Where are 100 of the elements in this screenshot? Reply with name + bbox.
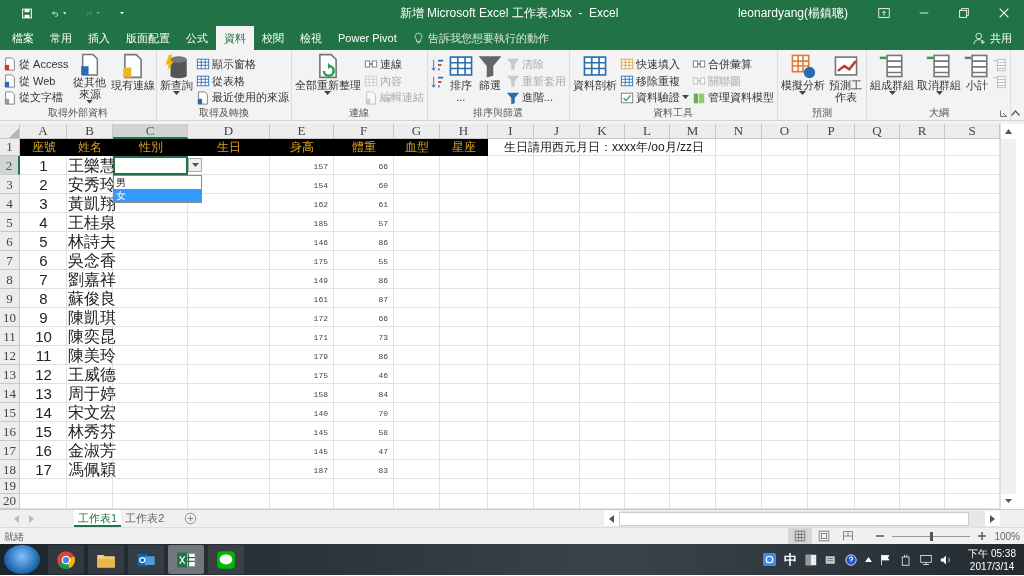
ribbon-tab[interactable]: 常用 — [42, 26, 80, 50]
row-header[interactable]: 1 — [0, 139, 20, 156]
row-header[interactable]: 20 — [0, 494, 20, 509]
row-header[interactable]: 14 — [0, 384, 20, 403]
ribbon-button[interactable]: 現有連線 — [109, 52, 156, 106]
taskbar-app-button[interactable] — [168, 545, 204, 574]
ribbon-button[interactable]: 最近使用的來源 — [195, 89, 291, 106]
ribbon-tab[interactable]: 插入 — [80, 26, 118, 50]
column-header[interactable]: P — [808, 124, 855, 139]
column-header[interactable]: E — [270, 124, 334, 139]
ribbon-button[interactable]: 從其他來源 — [70, 52, 109, 106]
column-header[interactable]: Q — [855, 124, 900, 139]
column-header[interactable]: D — [188, 124, 270, 139]
scroll-up-button[interactable] — [1001, 124, 1016, 139]
column-header[interactable]: L — [625, 124, 670, 139]
column-header[interactable]: A — [20, 124, 67, 139]
column-header[interactable]: B — [67, 124, 113, 139]
row-header[interactable]: 7 — [0, 251, 20, 270]
taskbar-app-button[interactable] — [128, 545, 164, 574]
row-header[interactable]: 18 — [0, 460, 20, 479]
column-header[interactable]: G — [394, 124, 440, 139]
column-header[interactable]: K — [580, 124, 625, 139]
row-header[interactable]: 10 — [0, 308, 20, 327]
taskbar-app-button[interactable] — [48, 545, 84, 574]
row-header[interactable]: 4 — [0, 194, 20, 213]
ribbon-button[interactable]: 資料驗證 — [618, 89, 690, 106]
ribbon-button[interactable]: 預測工作表 — [826, 52, 865, 106]
vertical-scrollbar[interactable] — [1000, 124, 1016, 509]
row-header[interactable]: 19 — [0, 479, 20, 494]
dropdown-option[interactable]: 男 — [114, 176, 201, 189]
ribbon-button[interactable]: 組成群組 — [869, 52, 915, 106]
row-header[interactable]: 15 — [0, 403, 20, 422]
view-button[interactable] — [788, 528, 813, 544]
ribbon-button[interactable]: 全部重新整理 — [293, 52, 362, 106]
ribbon-tab[interactable]: 資料 — [216, 26, 254, 50]
ribbon-button[interactable]: 新查詢 — [159, 52, 195, 106]
ribbon-button[interactable]: 顯示窗格 — [195, 56, 291, 73]
horizontal-scrollbar[interactable] — [604, 510, 1000, 527]
clock-time[interactable]: 下午 05:38 — [968, 546, 1016, 560]
row-header[interactable]: 3 — [0, 175, 20, 194]
ribbon-tab[interactable]: 檢視 — [292, 26, 330, 50]
dropdown-button[interactable] — [188, 158, 202, 172]
column-header[interactable]: O — [762, 124, 808, 139]
row-header[interactable]: 8 — [0, 270, 20, 289]
ribbon-tab[interactable]: 版面配置 — [118, 26, 178, 50]
ribbon-button[interactable]: 模擬分析 — [779, 52, 826, 106]
ribbon-button[interactable]: 合併彙算 — [690, 56, 775, 73]
ribbon-tab[interactable]: 校閱 — [254, 26, 292, 50]
column-header[interactable]: F — [334, 124, 394, 139]
scroll-right-button[interactable] — [985, 511, 1000, 526]
collapse-ribbon-button[interactable] — [1011, 110, 1020, 116]
clock-date[interactable]: 2017/3/14 — [969, 559, 1015, 573]
ribbon-button[interactable]: 篩選 — [475, 52, 504, 106]
ribbon-button[interactable]: 連線 — [362, 56, 425, 73]
column-header[interactable]: C — [113, 124, 188, 139]
ribbon-tab[interactable]: 公式 — [178, 26, 216, 50]
taskbar-app-button[interactable] — [88, 545, 124, 574]
ribbon-button[interactable]: 排序 ... — [446, 52, 475, 106]
new-sheet-button[interactable] — [184, 512, 198, 525]
tell-me-field[interactable]: 告訴我您想要執行的動作 — [404, 26, 557, 50]
ime-indicator[interactable]: 中 — [784, 549, 798, 570]
column-header[interactable]: S — [945, 124, 1000, 139]
column-header[interactable]: M — [670, 124, 716, 139]
row-header[interactable]: 16 — [0, 422, 20, 441]
row-header[interactable]: 13 — [0, 365, 20, 384]
zoom-out-button[interactable] — [876, 532, 885, 540]
scroll-down-button[interactable] — [1001, 494, 1016, 509]
row-header[interactable]: 2 — [0, 156, 20, 175]
ribbon-button[interactable]: 資料剖析 — [571, 52, 618, 106]
active-cell[interactable] — [113, 156, 188, 175]
ribbon-button[interactable]: 小計 — [963, 52, 991, 106]
taskbar-app-button[interactable] — [208, 545, 244, 574]
ribbon-button[interactable]: 取消群組 — [916, 52, 962, 106]
row-header[interactable]: 17 — [0, 441, 20, 460]
column-header[interactable]: J — [534, 124, 580, 139]
sheet-tab[interactable]: 工作表1 — [74, 510, 122, 527]
column-header[interactable]: H — [440, 124, 488, 139]
row-header[interactable]: 5 — [0, 213, 20, 232]
ribbon-button[interactable]: 從文字檔 — [2, 89, 70, 106]
slider-thumb[interactable] — [930, 531, 934, 541]
column-header[interactable]: I — [488, 124, 534, 139]
start-button[interactable] — [4, 545, 40, 574]
ribbon-button[interactable]: 從表格 — [195, 72, 291, 90]
scroll-left-button[interactable] — [604, 511, 619, 526]
ribbon-button[interactable]: 從 Web — [2, 72, 70, 90]
ribbon-button[interactable]: 快速填入 — [618, 56, 690, 73]
sheet-tab[interactable]: 工作表2 — [121, 510, 169, 527]
ribbon-tab[interactable]: 檔案 — [4, 26, 42, 50]
scroll-thumb[interactable] — [619, 511, 969, 526]
ribbon-button[interactable]: 進階... — [504, 89, 567, 106]
row-header[interactable]: 9 — [0, 289, 20, 308]
row-header[interactable]: 6 — [0, 232, 20, 251]
column-header[interactable]: N — [716, 124, 762, 139]
zoom-in-button[interactable] — [978, 532, 987, 540]
ribbon-tab[interactable]: Power Pivot — [330, 26, 405, 50]
row-header[interactable]: 12 — [0, 346, 20, 365]
ribbon-button[interactable]: 管理資料模型 — [690, 89, 775, 106]
ribbon-button[interactable]: 移除重複 — [618, 72, 690, 90]
column-header[interactable]: R — [900, 124, 945, 139]
row-header[interactable]: 11 — [0, 327, 20, 346]
